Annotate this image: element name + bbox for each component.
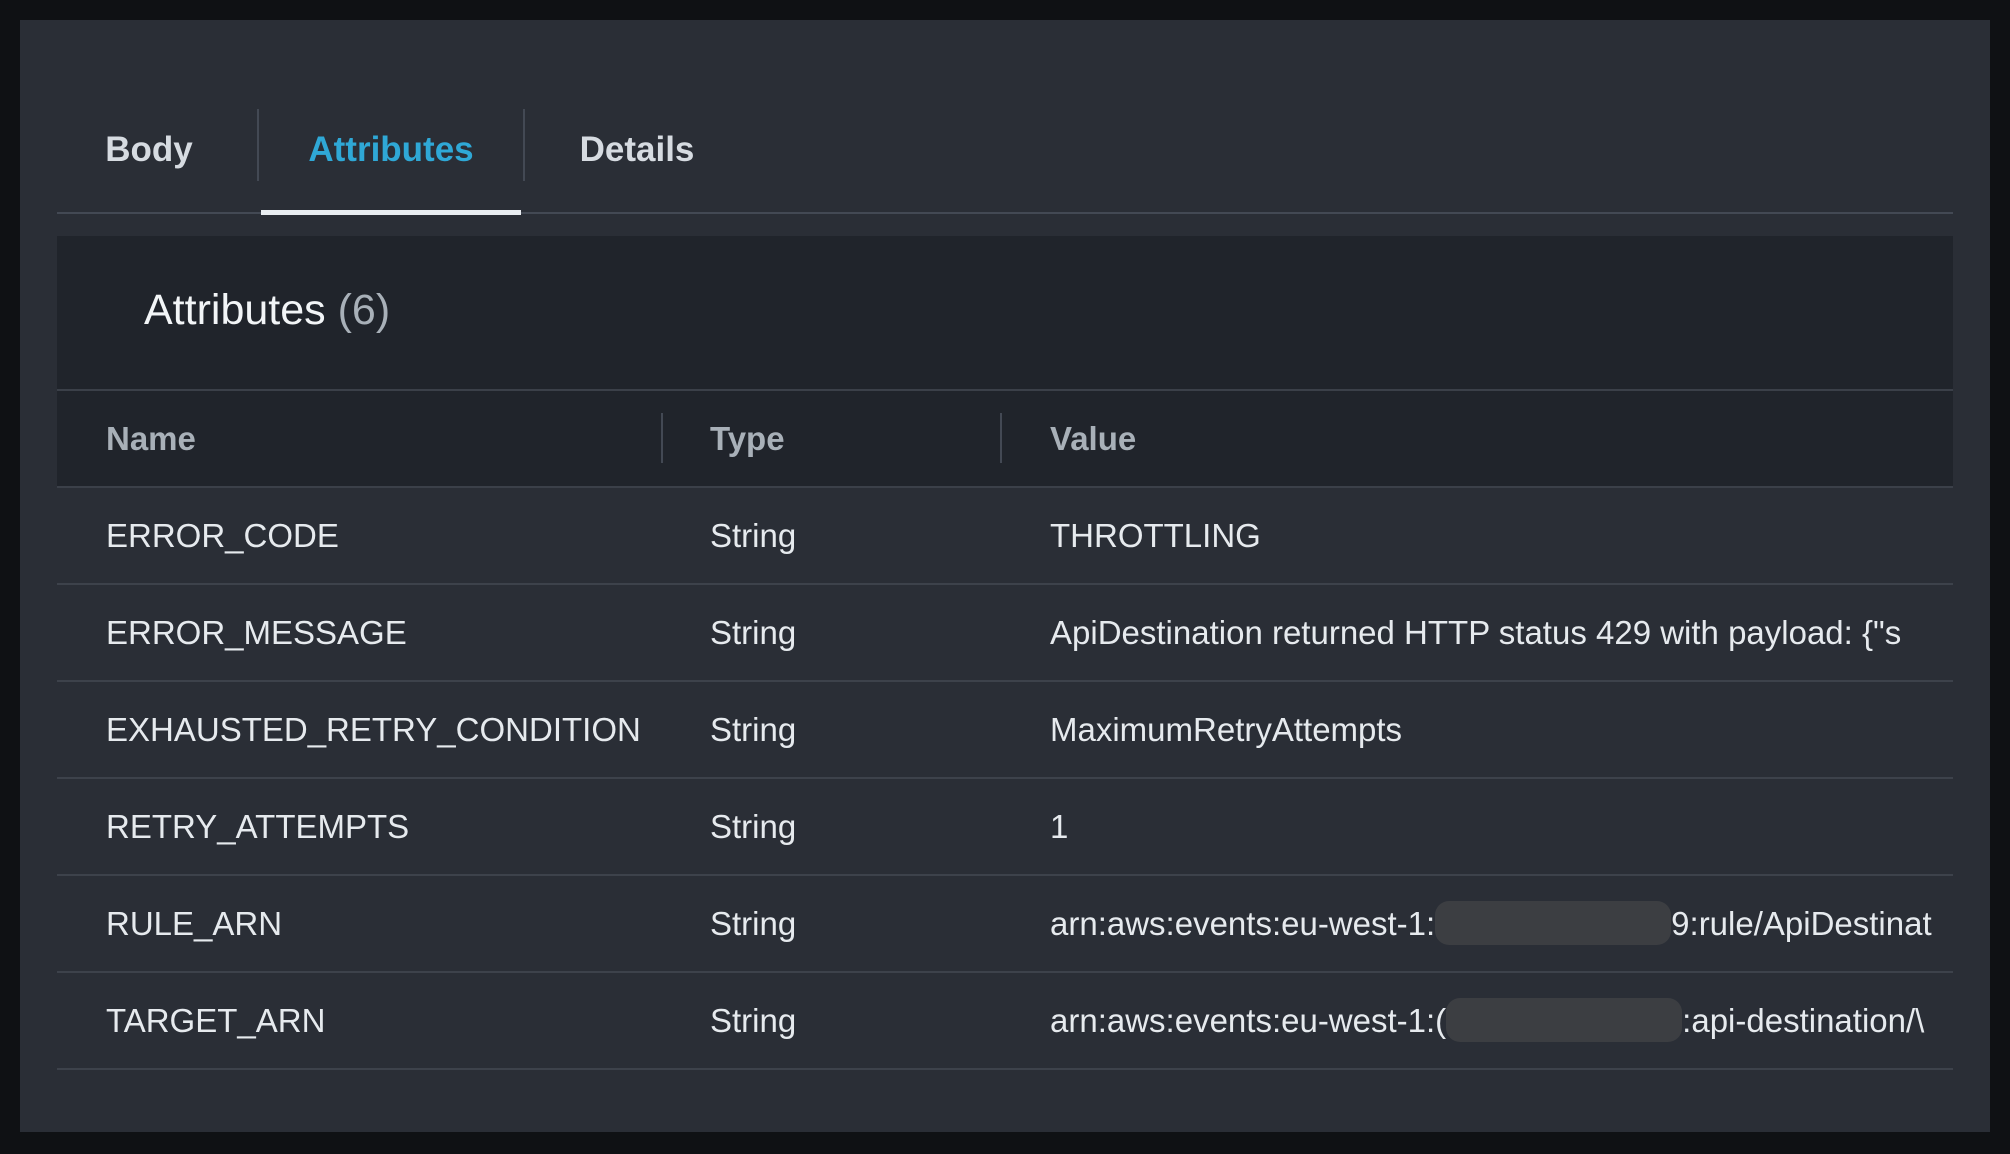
column-resize-handle[interactable] <box>1000 413 1002 463</box>
attribute-name: EXHAUSTED_RETRY_CONDITION <box>106 711 641 748</box>
column-header-name[interactable]: Name <box>106 391 196 486</box>
table-body: ERROR_CODE String THROTTLING ERROR_MESSA… <box>57 488 1953 1070</box>
table-row: EXHAUSTED_RETRY_CONDITION String Maximum… <box>57 682 1953 779</box>
attributes-panel-frame: Body Attributes Details Attributes (6) N… <box>20 20 1990 1132</box>
tab-divider <box>523 109 525 181</box>
column-header-type[interactable]: Type <box>710 391 785 486</box>
container-header: Attributes (6) <box>57 236 1953 391</box>
redacted-block <box>1435 901 1672 946</box>
attribute-type: String <box>710 905 797 942</box>
attribute-type: String <box>710 1002 797 1039</box>
attribute-value: ApiDestination returned HTTP status 429 … <box>1050 614 1902 651</box>
attributes-heading: Attributes (6) <box>144 286 390 335</box>
attributes-container: Attributes (6) Name Type Value ERROR_COD… <box>57 236 1953 1089</box>
value-suffix: :api-destination/\ <box>1682 1002 1925 1039</box>
attribute-type: String <box>710 614 797 651</box>
attribute-value: THROTTLING <box>1050 517 1261 554</box>
tab-divider <box>257 109 259 181</box>
attribute-name: RETRY_ATTEMPTS <box>106 808 410 845</box>
redacted-block <box>1446 998 1683 1043</box>
tab-attributes[interactable]: Attributes <box>261 88 521 215</box>
table-row: ERROR_MESSAGE String ApiDestination retu… <box>57 585 1953 682</box>
attribute-name: ERROR_CODE <box>106 517 339 554</box>
attribute-name: RULE_ARN <box>106 905 283 942</box>
attributes-heading-title: Attributes <box>144 286 326 334</box>
column-resize-handle[interactable] <box>661 413 663 463</box>
attribute-name: TARGET_ARN <box>106 1002 326 1039</box>
attribute-value: arn:aws:events:eu-west-1:( :api-destinati… <box>1050 973 1953 1068</box>
table-row: RULE_ARN String arn:aws:events:eu-west-1… <box>57 876 1953 973</box>
attribute-value: arn:aws:events:eu-west-1: 9:rule/ApiDesti… <box>1050 876 1953 971</box>
tab-bar: Body Attributes Details <box>57 88 1953 215</box>
attribute-value: 1 <box>1050 808 1069 845</box>
value-prefix: arn:aws:events:eu-west-1:( <box>1050 1002 1447 1039</box>
table-row: ERROR_CODE String THROTTLING <box>57 488 1953 585</box>
attributes-count: (6) <box>337 286 391 334</box>
table-header: Name Type Value <box>57 391 1953 488</box>
column-header-value[interactable]: Value <box>1050 391 1136 486</box>
attribute-type: String <box>710 711 797 748</box>
attribute-value: MaximumRetryAttempts <box>1050 711 1403 748</box>
attribute-type: String <box>710 808 797 845</box>
attribute-type: String <box>710 517 797 554</box>
value-prefix: arn:aws:events:eu-west-1: <box>1050 905 1436 942</box>
value-suffix: 9:rule/ApiDestinat <box>1671 905 1932 942</box>
table-row: TARGET_ARN String arn:aws:events:eu-west… <box>57 973 1953 1070</box>
tab-details[interactable]: Details <box>527 88 747 212</box>
table-row: RETRY_ATTEMPTS String 1 <box>57 779 1953 876</box>
attribute-name: ERROR_MESSAGE <box>106 614 407 651</box>
tab-body[interactable]: Body <box>57 88 241 212</box>
